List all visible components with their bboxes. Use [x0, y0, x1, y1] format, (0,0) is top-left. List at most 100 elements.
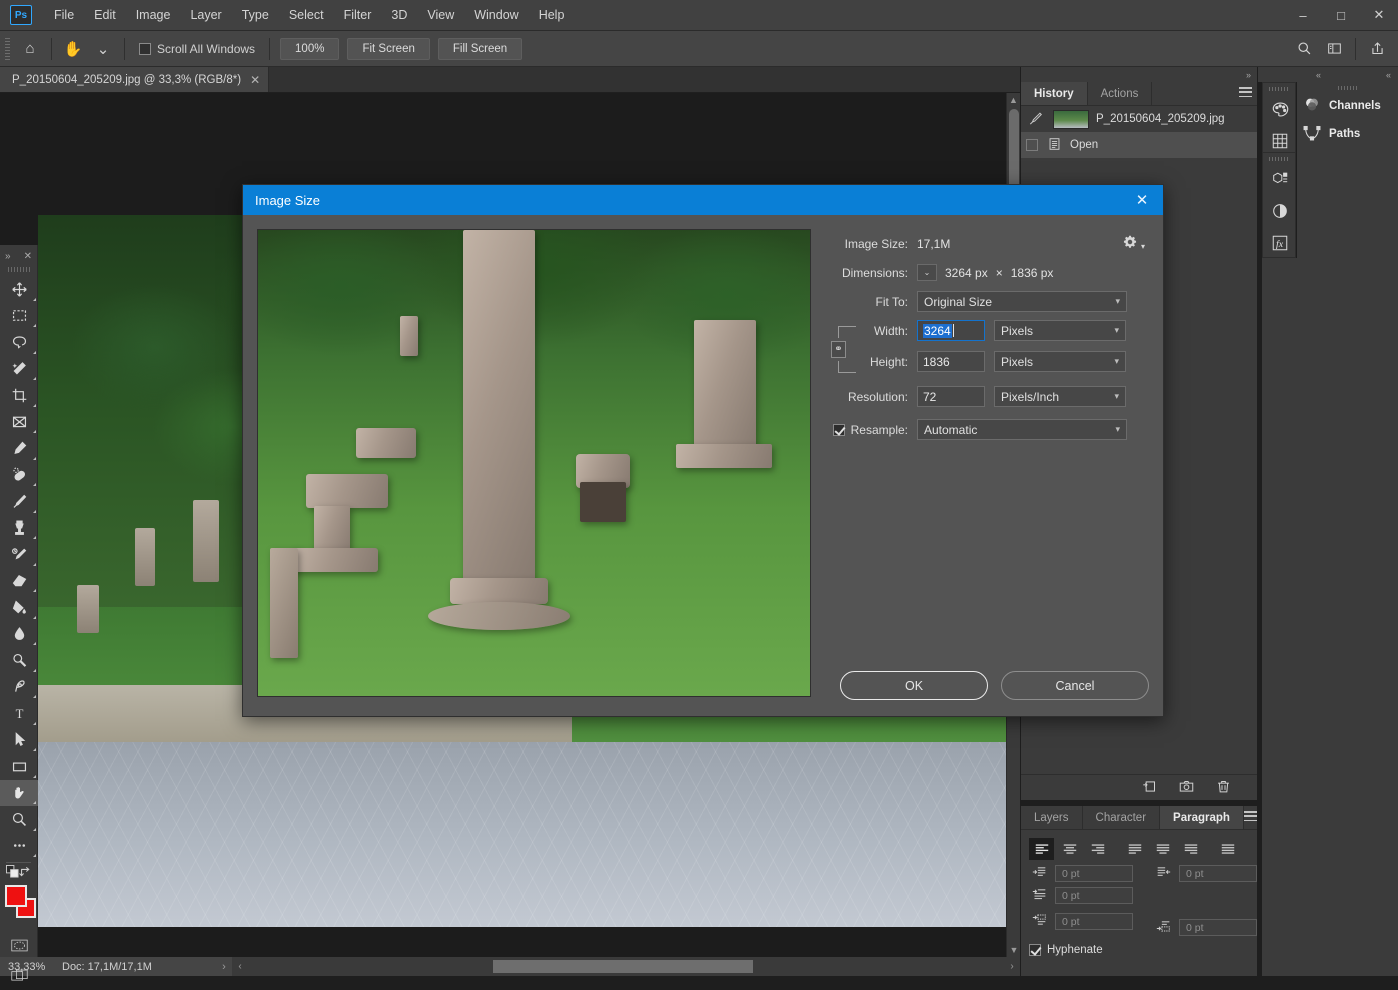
crop-tool[interactable]	[0, 382, 38, 409]
swap-colors-icon[interactable]	[19, 866, 31, 881]
resolution-input[interactable]: 72	[917, 386, 985, 407]
icon-rail-grip[interactable]	[1269, 87, 1289, 91]
lasso-tool[interactable]	[0, 329, 38, 356]
collapse-icon[interactable]: »	[1246, 70, 1251, 80]
justify-last-right-button[interactable]	[1178, 838, 1203, 860]
tab-actions[interactable]: Actions	[1087, 82, 1153, 105]
zoom-tool[interactable]	[0, 806, 38, 833]
history-brush-tool[interactable]	[0, 541, 38, 568]
channels-collapse-icon[interactable]: «	[1328, 70, 1398, 80]
properties-icon[interactable]	[1263, 163, 1297, 195]
menu-layer[interactable]: Layer	[180, 3, 231, 27]
blur-tool[interactable]	[0, 621, 38, 648]
document-info[interactable]: Doc: 17,1M/17,1M	[62, 961, 216, 973]
pen-tool[interactable]	[0, 674, 38, 701]
options-bar-grip[interactable]	[5, 37, 10, 60]
dialog-title-bar[interactable]: Image Size ✕	[243, 185, 1163, 215]
document-tab[interactable]: P_20150604_205209.jpg @ 33,3% (RGB/8*) ✕	[0, 67, 270, 92]
tab-paragraph[interactable]: Paragraph	[1160, 806, 1244, 829]
scroll-right-arrow[interactable]: ›	[1004, 961, 1020, 972]
color-palette-icon[interactable]	[1263, 93, 1297, 125]
indent-right-margin-input[interactable]: 0 pt	[1179, 865, 1257, 882]
align-left-button[interactable]	[1029, 838, 1054, 860]
hand-tool[interactable]	[0, 779, 38, 806]
quick-mask-icon[interactable]	[0, 930, 38, 960]
scroll-left-arrow[interactable]: ‹	[232, 961, 248, 972]
menu-window[interactable]: Window	[464, 3, 528, 27]
height-input[interactable]: 1836	[917, 351, 985, 372]
chevron-down-icon[interactable]: ⌄	[88, 36, 118, 62]
edit-toolbar-tool[interactable]	[0, 833, 38, 860]
move-tool[interactable]	[0, 276, 38, 303]
close-window-button[interactable]: ✕	[1360, 0, 1398, 31]
rectangular-marquee-tool[interactable]	[0, 303, 38, 330]
default-colors-icon[interactable]	[6, 865, 19, 881]
scroll-down-arrow[interactable]: ▼	[1007, 943, 1021, 957]
canvas-horizontal-scrollbar[interactable]: ‹ ›	[232, 957, 1020, 976]
channels-grip[interactable]	[1337, 86, 1358, 90]
indent-left-margin-input[interactable]: 0 pt	[1055, 865, 1133, 882]
menu-filter[interactable]: Filter	[334, 3, 382, 27]
align-center-button[interactable]	[1057, 838, 1082, 860]
menu-file[interactable]: File	[44, 3, 84, 27]
history-snapshot-row[interactable]: P_20150604_205209.jpg	[1021, 106, 1257, 132]
icon-rail-grip[interactable]	[1269, 157, 1289, 161]
brush-tool[interactable]	[0, 488, 38, 515]
ok-button[interactable]: OK	[840, 671, 988, 700]
maximize-button[interactable]: □	[1322, 0, 1360, 31]
channels-panel-button[interactable]: Channels	[1297, 92, 1398, 120]
link-chain-icon[interactable]: ⚭	[831, 341, 846, 358]
adjustments-icon[interactable]	[1263, 195, 1297, 227]
fit-screen-button[interactable]: Fit Screen	[347, 37, 430, 60]
hyphenate-checkbox[interactable]: Hyphenate	[1021, 936, 1257, 956]
history-state-row[interactable]: Open	[1021, 132, 1257, 158]
hand-tool-icon[interactable]: ✋	[58, 36, 88, 62]
eyedropper-tool[interactable]	[0, 435, 38, 462]
justify-all-button[interactable]	[1215, 838, 1240, 860]
magic-wand-tool[interactable]	[0, 356, 38, 383]
tab-layers[interactable]: Layers	[1021, 806, 1083, 829]
gradient-tool[interactable]	[0, 594, 38, 621]
status-expand-arrow[interactable]: ›	[216, 961, 232, 973]
resample-select[interactable]: Automatic	[917, 419, 1127, 440]
panel-menu-icon[interactable]	[1243, 806, 1257, 829]
height-unit-select[interactable]: Pixels	[994, 351, 1126, 372]
new-document-from-state-icon[interactable]	[1142, 779, 1157, 797]
rectangle-tool[interactable]	[0, 753, 38, 780]
clone-stamp-tool[interactable]	[0, 515, 38, 542]
zoom-100-button[interactable]: 100%	[280, 37, 340, 60]
scroll-track-horizontal[interactable]	[248, 957, 1004, 976]
search-icon[interactable]	[1289, 36, 1319, 62]
fill-screen-button[interactable]: Fill Screen	[437, 37, 523, 60]
panel-menu-icon[interactable]	[1233, 82, 1257, 105]
scroll-thumb-horizontal[interactable]	[493, 960, 753, 973]
menu-type[interactable]: Type	[232, 3, 279, 27]
frame-tool[interactable]	[0, 409, 38, 436]
path-selection-tool[interactable]	[0, 727, 38, 754]
justify-last-center-button[interactable]	[1150, 838, 1175, 860]
history-brush-source-icon[interactable]	[1026, 111, 1046, 128]
minimize-button[interactable]: –	[1284, 0, 1322, 31]
close-icon[interactable]: ✕	[24, 251, 32, 262]
history-panel-collapse-bar[interactable]: »	[1021, 67, 1257, 82]
width-unit-select[interactable]: Pixels	[994, 320, 1126, 341]
scroll-all-windows-checkbox[interactable]: Scroll All Windows	[139, 42, 255, 56]
dodge-tool[interactable]	[0, 647, 38, 674]
image-preview[interactable]	[257, 229, 811, 697]
icon-rail-collapse-icon[interactable]: «	[1258, 70, 1328, 80]
fit-to-select[interactable]: Original Size	[917, 291, 1127, 312]
space-after-paragraph-input[interactable]: 0 pt	[1179, 919, 1257, 936]
justify-last-left-button[interactable]	[1122, 838, 1147, 860]
new-snapshot-icon[interactable]	[1179, 779, 1194, 797]
collapse-icon[interactable]: »	[5, 251, 11, 262]
layer-styles-icon[interactable]: fx	[1263, 227, 1297, 259]
tab-history[interactable]: History	[1021, 82, 1088, 105]
menu-3d[interactable]: 3D	[381, 3, 417, 27]
eraser-tool[interactable]	[0, 568, 38, 595]
cancel-button[interactable]: Cancel	[1001, 671, 1149, 700]
menu-edit[interactable]: Edit	[84, 3, 126, 27]
close-icon[interactable]: ✕	[250, 73, 260, 87]
width-input[interactable]: 3264	[917, 320, 985, 341]
close-icon[interactable]: ✕	[1127, 185, 1157, 215]
history-state-checkbox[interactable]	[1026, 139, 1038, 151]
